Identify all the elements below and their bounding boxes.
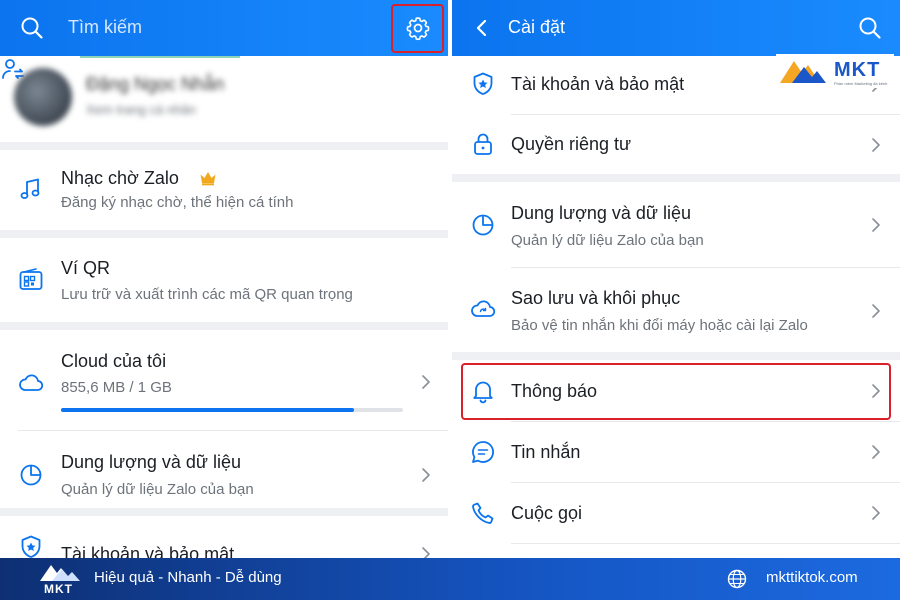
mkt-footer-logo-text: MKT (44, 582, 73, 596)
cloud-title: Cloud của tôi (61, 351, 167, 371)
crown-icon (200, 172, 216, 186)
music-title: Nhạc chờ Zalo (61, 168, 179, 188)
footer-website-link[interactable]: mkttiktok.com (766, 569, 858, 586)
chevron-right-icon (872, 218, 880, 232)
mkt-logo-text: MKT (834, 59, 881, 81)
settings-item-label: Sao lưu và khôi phục (511, 288, 681, 308)
music-subtitle: Đăng ký nhạc chờ, thể hiện cá tính (61, 194, 294, 211)
chevron-right-icon (872, 445, 880, 459)
chevron-right-icon (422, 375, 430, 389)
chevron-right-icon (422, 468, 430, 482)
search-icon[interactable] (20, 16, 44, 40)
settings-item-subtitle: Bảo vệ tin nhắn khi đổi máy hoặc cài lại… (511, 317, 808, 334)
notifications-highlight-box (461, 363, 891, 420)
pie-chart-icon (472, 214, 494, 236)
avatar[interactable] (14, 68, 72, 126)
settings-group-2: Dung lượng và dữ liệu Quản lý dữ liệu Za… (452, 182, 900, 352)
shield-icon (473, 72, 493, 95)
search-input[interactable]: Tìm kiếm (68, 17, 142, 38)
footer-banner: MKT Hiệu quả - Nhanh - Dễ dùng mkttiktok… (0, 558, 900, 600)
cloud-usage-progress-bar (61, 408, 403, 412)
cloud-storage-section: Cloud của tôi 855,6 MB / 1 GB Dung lượng… (0, 330, 448, 508)
settings-item-label: Dung lượng và dữ liệu (511, 203, 691, 223)
cloud-usage-progress-fill (61, 408, 354, 412)
qr-wallet-section[interactable]: Ví QR Lưu trữ và xuất trình các mã QR qu… (0, 238, 448, 322)
lock-icon (474, 133, 492, 155)
message-icon (472, 441, 494, 463)
storage-row[interactable]: Dung lượng và dữ liệu Quản lý dữ liệu Za… (0, 431, 448, 508)
qr-wallet-subtitle: Lưu trữ và xuất trình các mã QR quan trọ… (61, 286, 353, 303)
page-title: Cài đặt (508, 17, 566, 37)
storage-title: Dung lượng và dữ liệu (61, 452, 241, 472)
music-icon (20, 178, 40, 199)
mkt-logo-tagline: Phần mềm Marketing đa kênh (834, 81, 888, 86)
left-top-bar: Tìm kiếm (0, 0, 448, 56)
mkt-logo-mark (780, 61, 826, 83)
chevron-right-icon (872, 304, 880, 318)
settings-group-3: Thông báo Tin nhắn Cuộc gọi (452, 360, 900, 558)
qr-wallet-icon (19, 268, 43, 290)
screenshot-root: Tìm kiếm Đặng Ngọc Nhẫn Xem trang cá nhâ… (0, 0, 900, 600)
mkt-footer-logo-mark (40, 565, 80, 581)
decorative-accent-line (80, 56, 240, 58)
storage-subtitle: Quản lý dữ liệu Zalo của bạn (61, 481, 254, 498)
profile-name: Đặng Ngọc Nhẫn (86, 74, 225, 94)
mkt-logo: MKT Phần mềm Marketing đa kênh (776, 54, 894, 88)
cloud-usage-text: 855,6 MB / 1 GB (61, 379, 172, 396)
right-top-bar: Cài đặt (452, 0, 900, 56)
globe-icon (727, 569, 747, 589)
settings-item-subtitle: Quản lý dữ liệu Zalo của bạn (511, 232, 704, 249)
cloud-sync-icon (471, 300, 496, 317)
footer-slogan: Hiệu quả - Nhanh - Dễ dùng (94, 569, 282, 586)
chevron-right-icon (872, 506, 880, 520)
search-icon[interactable] (858, 16, 882, 40)
divider (511, 543, 900, 544)
settings-item-storage[interactable]: Dung lượng và dữ liệu Quản lý dữ liệu Za… (452, 182, 900, 267)
phone-icon (472, 502, 494, 524)
chevron-right-icon (872, 138, 880, 152)
profile-section[interactable]: Đặng Ngọc Nhẫn Xem trang cá nhân (0, 56, 448, 142)
settings-item-messages[interactable]: Tin nhắn (452, 422, 900, 482)
cloud-row[interactable]: Cloud của tôi 855,6 MB / 1 GB (0, 330, 448, 430)
shield-icon (21, 535, 41, 558)
settings-item-label: Tài khoản và bảo mật (511, 74, 685, 94)
profile-subtitle: Xem trang cá nhân (86, 102, 196, 117)
back-arrow-icon[interactable] (472, 18, 492, 38)
cloud-icon (19, 374, 44, 391)
qr-wallet-title: Ví QR (61, 258, 111, 278)
settings-item-label: Tin nhắn (511, 442, 581, 462)
settings-item-calls[interactable]: Cuộc gọi (452, 483, 900, 543)
settings-item-label: Quyền riêng tư (511, 134, 632, 154)
account-security-section[interactable]: Tài khoản và bảo mật (0, 516, 448, 558)
chevron-right-icon (422, 547, 430, 558)
left-screen: Tìm kiếm Đặng Ngọc Nhẫn Xem trang cá nhâ… (0, 0, 448, 558)
account-security-title: Tài khoản và bảo mật (61, 544, 235, 558)
gear-highlight-box (391, 4, 444, 53)
pie-chart-icon (20, 464, 42, 486)
settings-item-backup[interactable]: Sao lưu và khôi phục Bảo vệ tin nhắn khi… (452, 268, 900, 352)
settings-item-privacy[interactable]: Quyền riêng tư (452, 115, 900, 174)
settings-item-label: Cuộc gọi (511, 503, 583, 523)
music-section[interactable]: Nhạc chờ Zalo Đăng ký nhạc chờ, thể hiện… (0, 150, 448, 230)
